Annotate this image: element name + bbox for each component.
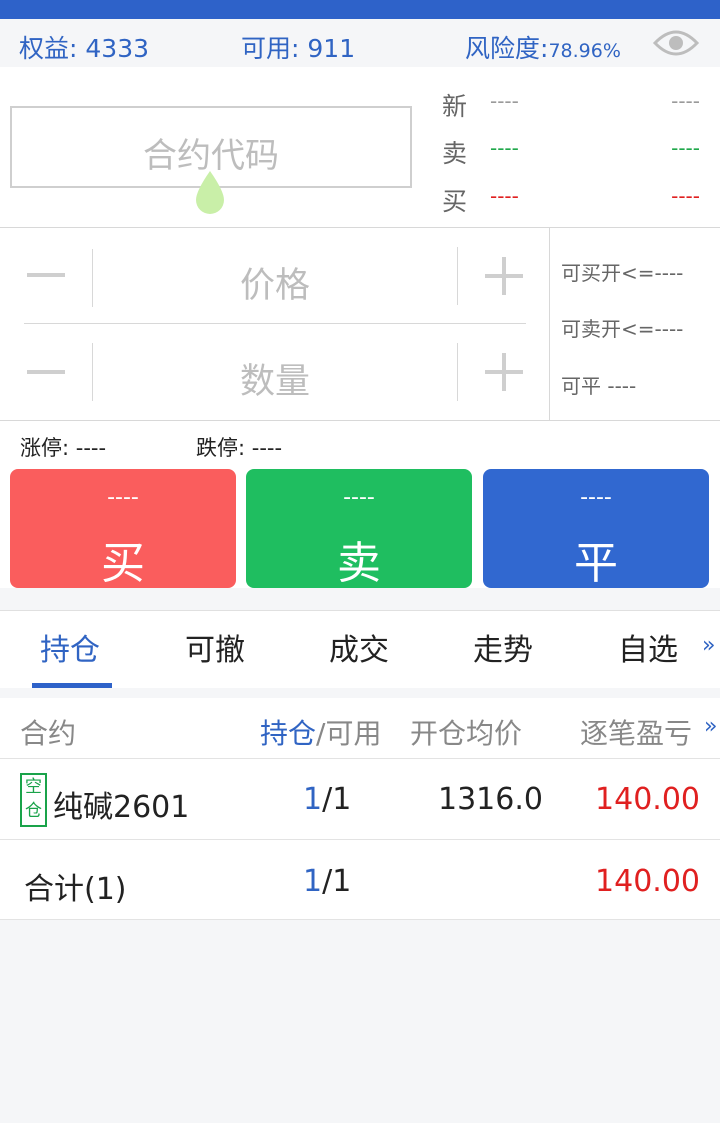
quote-ask: 卖 ---- ----	[442, 134, 712, 174]
divider	[24, 323, 526, 324]
short-position-badge: 空 仓	[20, 773, 47, 827]
header-position[interactable]: 持仓/可用	[260, 712, 381, 752]
quote-bid-price: ----	[490, 184, 519, 208]
quote-last-label: 新	[442, 92, 468, 121]
limit-down: 跌停: ----	[196, 436, 283, 460]
quote-ask-volume: ----	[671, 136, 700, 160]
available-value: 911	[307, 34, 356, 63]
divider	[457, 343, 458, 401]
quote-bid-volume: ----	[671, 184, 700, 208]
available: 可用: 911	[241, 29, 355, 65]
row-avg-price: 1316.0	[438, 782, 543, 817]
quote-last: 新 ---- ----	[442, 87, 712, 127]
divider	[0, 227, 720, 228]
sell-label: 卖	[337, 538, 381, 589]
total-hold: 1	[303, 864, 323, 899]
plus-icon	[502, 353, 506, 391]
close-position-button[interactable]: ---- 平	[483, 469, 709, 589]
header-pnl[interactable]: 逐笔盈亏	[580, 712, 692, 752]
badge-text: 空	[25, 777, 42, 797]
total-pnl: 140.00	[595, 864, 700, 899]
risk-value: 78.96%	[548, 40, 621, 62]
buy-price: ----	[107, 485, 139, 510]
divider	[0, 919, 720, 920]
quote-last-value: ----	[490, 89, 519, 113]
row-hold: 1	[303, 782, 323, 817]
sell-button[interactable]: ---- 卖	[246, 469, 472, 589]
can-buy-open: 可买开<=----	[561, 261, 684, 285]
drag-handle-icon[interactable]	[190, 169, 230, 219]
header-contract[interactable]: 合约	[20, 712, 76, 752]
buy-label: 买	[101, 538, 145, 589]
equity: 权益: 4333	[19, 29, 149, 65]
tab-cancelable[interactable]: 可撤	[185, 625, 245, 669]
sell-price: ----	[343, 485, 375, 510]
close-price: ----	[580, 485, 612, 510]
header-more-icon[interactable]: »	[704, 714, 717, 739]
divider	[0, 420, 720, 421]
tab-trades[interactable]: 成交	[329, 625, 389, 669]
divider	[549, 227, 550, 420]
row-contract: 纯碱2601	[53, 790, 190, 825]
plus-icon	[502, 257, 506, 295]
header-position-avail: /可用	[316, 717, 382, 750]
tab-trend[interactable]: 走势	[473, 625, 533, 669]
badge-text: 仓	[25, 801, 42, 821]
price-input[interactable]: 价格	[93, 257, 457, 308]
equity-label: 权益:	[19, 34, 78, 63]
can-sell-open: 可卖开<=----	[561, 317, 684, 341]
quote-bid-label: 买	[442, 187, 468, 216]
quote-last-change: ----	[671, 89, 700, 113]
total-position: 1/1	[303, 864, 351, 899]
divider	[0, 839, 720, 840]
divider	[457, 247, 458, 305]
quote-ask-price: ----	[490, 136, 519, 160]
total-label: 合计(1)	[24, 872, 127, 907]
available-label: 可用:	[241, 34, 300, 63]
quote-ask-label: 卖	[442, 139, 468, 168]
row-pnl: 140.00	[595, 782, 700, 817]
eye-icon[interactable]	[653, 27, 699, 59]
quote-bid: 买 ---- ----	[442, 182, 712, 222]
close-label: 平	[574, 538, 618, 589]
tab-bar: 持仓 可撤 成交 走势 自选 »	[0, 610, 720, 688]
row-position: 1/1	[303, 782, 351, 817]
price-decrease-button[interactable]	[27, 273, 65, 277]
account-summary: 权益: 4333 可用: 911 风险度:78.96%	[0, 19, 720, 67]
positions-table: 合约 持仓/可用 开仓均价 逐笔盈亏 » 空 仓 纯碱2601 1/1 1316…	[0, 698, 720, 920]
tab-positions[interactable]: 持仓	[40, 625, 100, 669]
header-position-hold: 持仓	[260, 717, 317, 750]
total-avail: /1	[322, 864, 352, 899]
divider	[0, 758, 720, 759]
status-bar	[0, 0, 720, 19]
active-tab-indicator	[32, 683, 112, 688]
order-panel: 合约代码 新 ---- ---- 卖 ---- ---- 买 ---- ----…	[0, 67, 720, 589]
can-close: 可平 ----	[561, 374, 637, 398]
buy-button[interactable]: ---- 买	[10, 469, 236, 589]
limit-up: 涨停: ----	[20, 436, 107, 460]
risk-label: 风险度:	[465, 34, 549, 63]
equity-value: 4333	[85, 34, 150, 63]
quantity-decrease-button[interactable]	[27, 370, 65, 374]
quantity-input[interactable]: 数量	[93, 353, 457, 404]
risk: 风险度:78.96%	[465, 29, 621, 65]
tab-watchlist[interactable]: 自选	[618, 625, 678, 669]
header-avg-price[interactable]: 开仓均价	[410, 712, 522, 752]
tabs-more-icon[interactable]: »	[702, 633, 715, 658]
row-avail: /1	[322, 782, 352, 817]
